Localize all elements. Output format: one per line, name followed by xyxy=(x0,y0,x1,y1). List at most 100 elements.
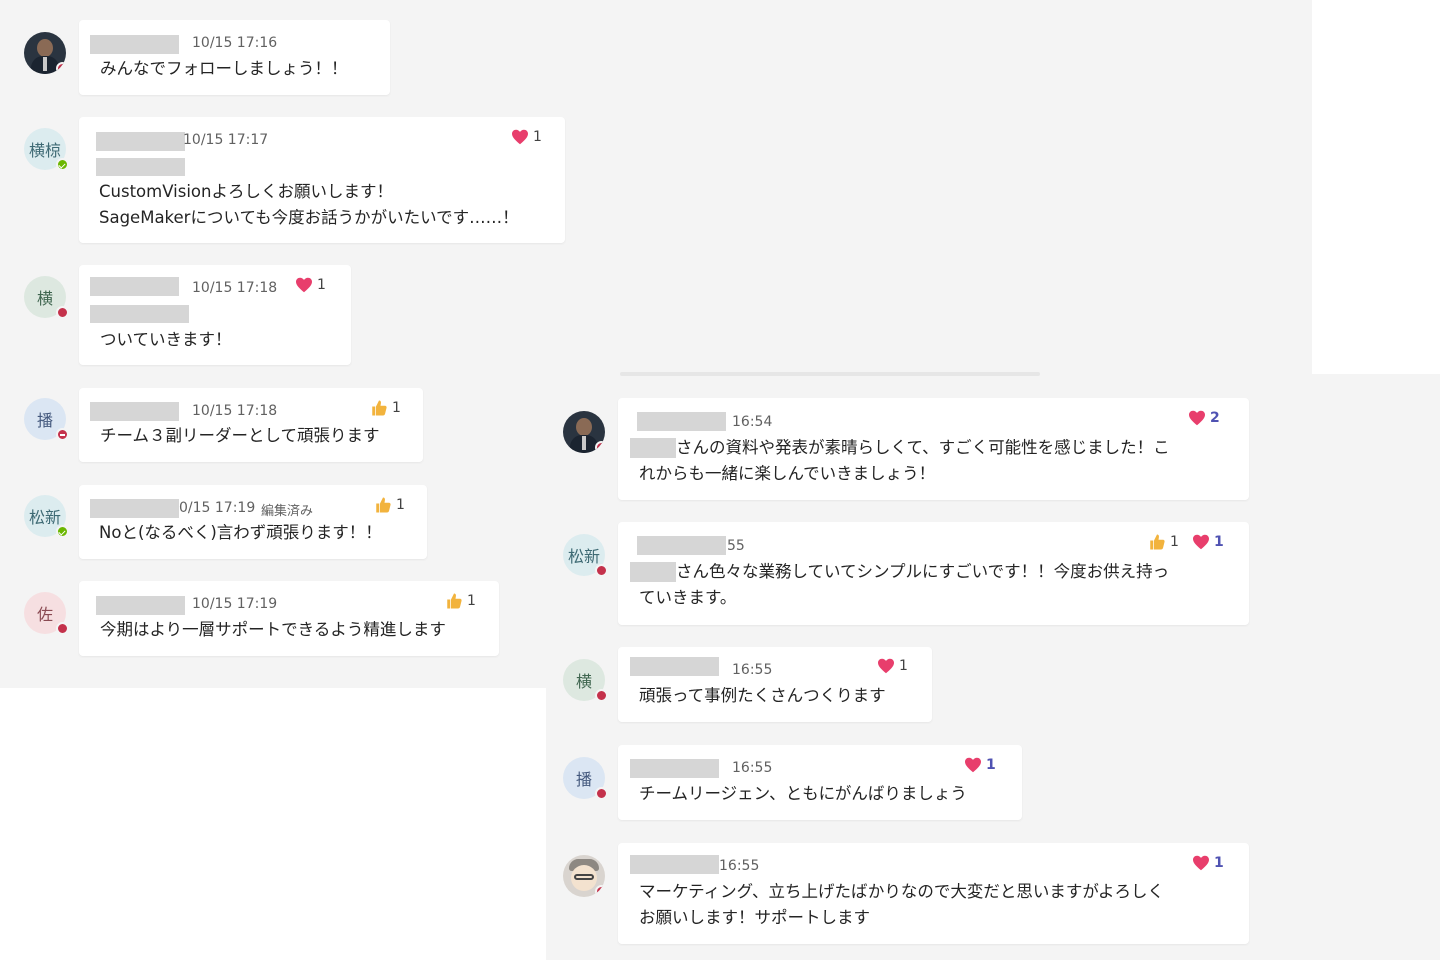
redacted-sender-name xyxy=(90,35,179,54)
message-time: 10/15 17:19 xyxy=(192,596,278,612)
reaction-heart[interactable]: 1 xyxy=(511,129,542,145)
redacted-sender-name xyxy=(630,855,719,874)
message-bubble[interactable]: 10/15 17:18 1 ついていきます！ xyxy=(79,265,351,365)
status-dnd-icon xyxy=(56,62,66,74)
avatar[interactable]: 松新 xyxy=(24,495,69,538)
message-text: さんの資料や発表が素晴らしくて、すごく可能性を感じました！こ xyxy=(676,438,1170,457)
message-text: SageMakerについても今度お話うかがいたいです……！ xyxy=(99,208,519,227)
reaction-count: 1 xyxy=(1214,534,1224,550)
reaction-count: 1 xyxy=(317,277,326,293)
message-text: チーム３副リーダーとして頑張ります xyxy=(100,426,380,445)
reaction-heart[interactable]: 1 xyxy=(1192,855,1224,871)
reaction-count: 2 xyxy=(1210,410,1220,426)
edited-label: 編集済み xyxy=(261,504,314,519)
avatar[interactable]: 横 xyxy=(24,276,69,319)
message-text: チームリージェン、ともにがんばりましょう xyxy=(639,784,967,803)
message-bubble[interactable]: 10/15 17:17 1 CustomVisionよろしくお願いします！ Sa… xyxy=(79,117,565,243)
heart-icon xyxy=(512,129,528,145)
message-time: 10/15 17:18 xyxy=(192,280,278,296)
message-time: 10/15 17:17 xyxy=(183,132,269,148)
redacted-sender-name xyxy=(90,402,179,421)
reaction-count: 1 xyxy=(467,593,476,609)
redacted-mention xyxy=(96,158,185,176)
avatar[interactable]: 播 xyxy=(24,398,69,441)
avatar-initials: 播 xyxy=(36,411,53,430)
redacted-sender-name xyxy=(637,412,726,431)
message-time: 0/15 17:19 xyxy=(179,500,256,516)
avatar-initials: 横 xyxy=(575,672,592,691)
message-time: 16:54 xyxy=(732,414,773,430)
reaction-heart[interactable]: 1 xyxy=(964,757,996,773)
message-text: さん色々な業務していてシンプルにすごいです！！今度お供え持っ xyxy=(676,562,1170,581)
status-busy-icon xyxy=(595,689,608,702)
redacted-sender-name xyxy=(90,277,179,296)
reaction-like[interactable]: 1 xyxy=(370,399,401,417)
avatar-initials: 松新 xyxy=(567,547,600,566)
reaction-heart[interactable]: 1 xyxy=(877,658,908,674)
status-busy-icon xyxy=(56,306,69,319)
message-bubble[interactable]: 16:54 2 さんの資料や発表が素晴らしくて、すごく可能性を感じました！こ れ… xyxy=(618,398,1249,500)
thumbs-up-icon xyxy=(372,400,387,416)
reaction-count: 1 xyxy=(392,400,401,416)
message-text: CustomVisionよろしくお願いします！ xyxy=(99,182,393,201)
message-bubble[interactable]: 16:55 1 マーケティング、立ち上げたばかりなので大変だと思いますがよろしく… xyxy=(618,843,1249,944)
reaction-like[interactable]: 1 xyxy=(374,496,405,514)
message-time: 16:55 xyxy=(732,760,773,776)
redacted-sender-name xyxy=(630,759,719,778)
heart-icon xyxy=(296,277,312,293)
avatar-initials: 播 xyxy=(575,770,592,789)
message-text: お願いします！サポートします xyxy=(639,908,870,927)
message-bubble[interactable]: 55 1 1 さん色々な業務していてシンプルにすごいです！！今度お供え持っ てい… xyxy=(618,522,1249,625)
avatar[interactable] xyxy=(563,411,605,453)
redacted-sender-name xyxy=(637,536,726,555)
status-busy-icon xyxy=(595,787,608,800)
avatar[interactable]: 横 xyxy=(563,659,608,702)
message-bubble[interactable]: 10/15 17:19 1 今期はより一層サポートできるよう精進します xyxy=(79,581,499,656)
reaction-count: 1 xyxy=(1170,534,1179,550)
reaction-heart[interactable]: 1 xyxy=(1192,534,1224,550)
message-bubble[interactable]: 0/15 17:19 編集済み 1 Noと(なるべく)言わず頑張ります！！ xyxy=(79,485,427,559)
message-text: Noと(なるべく)言わず頑張ります！！ xyxy=(99,523,382,542)
message-bubble[interactable]: 16:55 1 頑張って事例たくさんつくります xyxy=(618,647,932,722)
message-text: みんなでフォローしましょう！！ xyxy=(100,59,348,78)
redacted-sender-name xyxy=(90,499,179,518)
status-available-icon xyxy=(56,158,69,171)
message-time: 16:55 xyxy=(719,858,760,874)
message-text: ついていきます！ xyxy=(100,330,232,349)
reaction-heart[interactable]: 2 xyxy=(1188,410,1220,426)
avatar[interactable]: 横椋 xyxy=(24,128,69,171)
avatar[interactable] xyxy=(563,855,605,897)
redacted-mention xyxy=(630,562,676,582)
avatar-initials: 松新 xyxy=(28,508,61,527)
reaction-heart[interactable]: 1 xyxy=(295,277,326,293)
redacted-mention xyxy=(90,305,189,323)
message-bubble[interactable]: 10/15 17:18 1 チーム３副リーダーとして頑張ります xyxy=(79,388,423,462)
heart-icon xyxy=(1193,534,1209,550)
message-time: 55 xyxy=(727,538,745,554)
message-text: 今期はより一層サポートできるよう精進します xyxy=(100,620,446,639)
message-time: 10/15 17:16 xyxy=(192,35,278,51)
heart-icon xyxy=(878,658,894,674)
redacted-sender-name xyxy=(96,132,185,151)
message-time: 10/15 17:18 xyxy=(192,403,278,419)
message-time: 16:55 xyxy=(732,662,773,678)
reaction-count: 1 xyxy=(986,757,996,773)
avatar-initials: 横椋 xyxy=(28,141,61,160)
avatar[interactable] xyxy=(24,32,66,74)
message-bubble[interactable]: 10/15 17:16 みんなでフォローしましょう！！ xyxy=(79,20,390,95)
avatar[interactable]: 佐 xyxy=(24,592,69,635)
message-bubble[interactable]: 16:55 1 チームリージェン、ともにがんばりましょう xyxy=(618,745,1022,820)
message-text: ていきます。 xyxy=(639,588,737,607)
reaction-count: 1 xyxy=(899,658,908,674)
status-busy-icon xyxy=(595,441,605,453)
reaction-like[interactable]: 1 xyxy=(1148,533,1179,551)
status-busy-icon xyxy=(595,564,608,577)
scroll-divider xyxy=(620,372,1040,376)
message-text: 頑張って事例たくさんつくります xyxy=(639,686,886,705)
reaction-like[interactable]: 1 xyxy=(445,592,476,610)
avatar[interactable]: 松新 xyxy=(563,534,608,577)
thumbs-up-icon xyxy=(447,593,462,609)
avatar[interactable]: 播 xyxy=(563,757,608,800)
message-text: れからも一緒に楽しんでいきましょう！ xyxy=(639,464,936,483)
status-busy-icon xyxy=(595,885,605,897)
